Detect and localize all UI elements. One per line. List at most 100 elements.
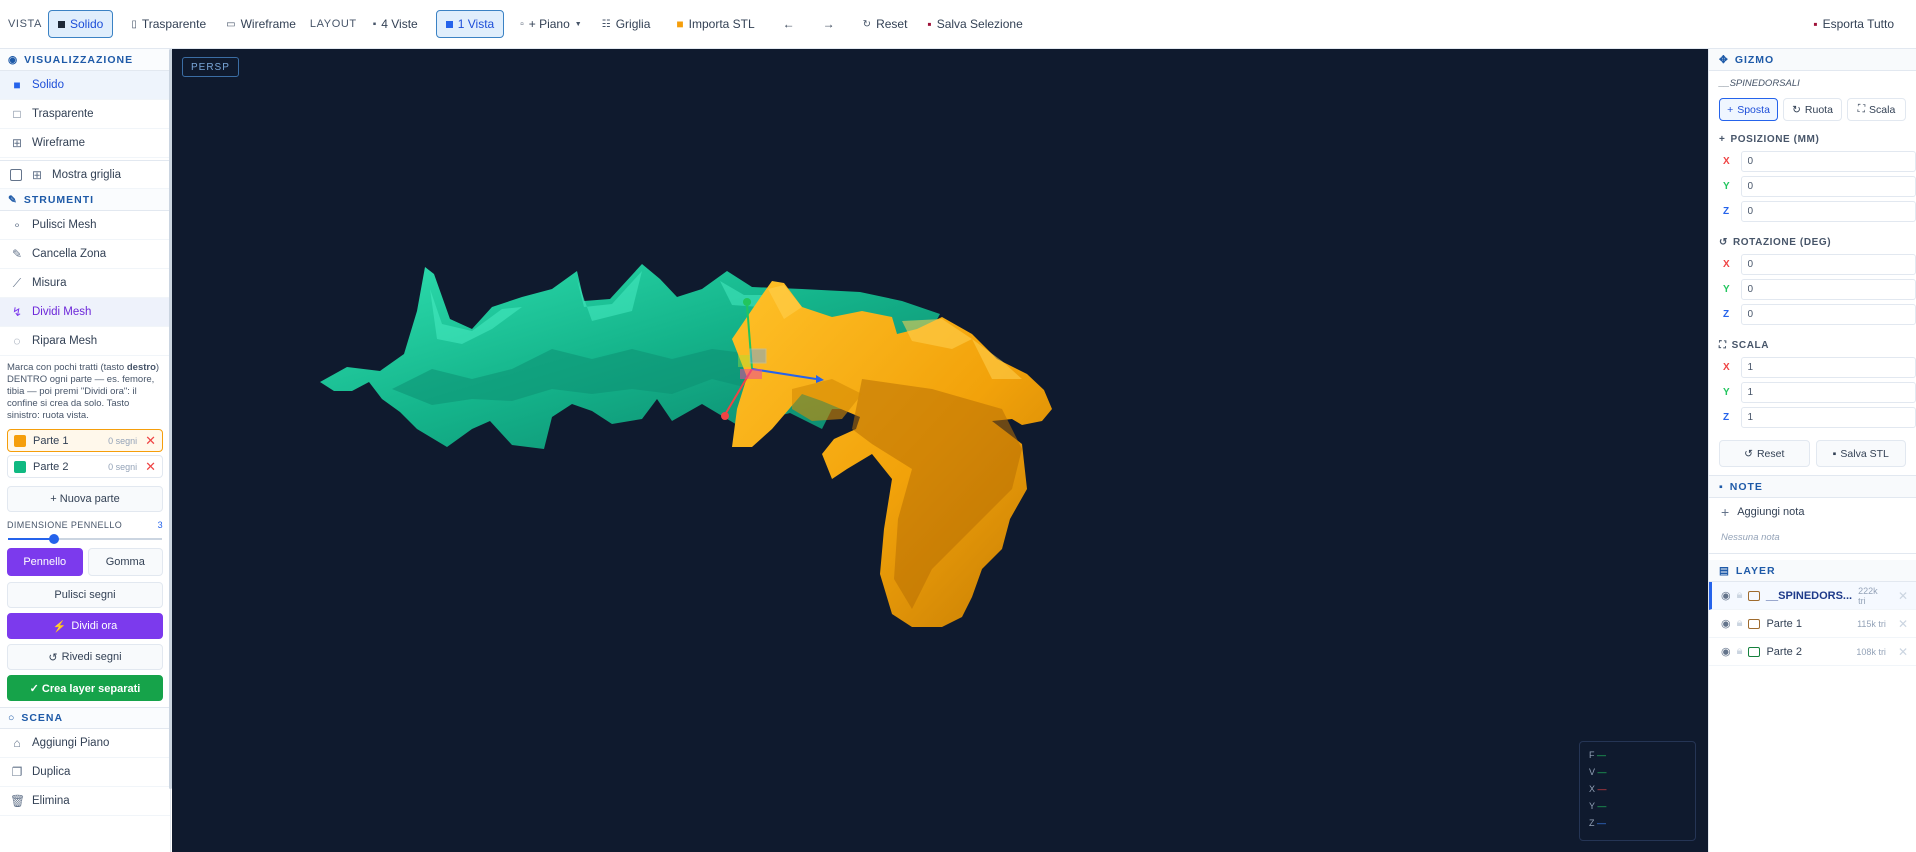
brush-size-slider[interactable] [8,532,162,546]
mesh-render[interactable] [172,49,1708,852]
top-toolbar: VISTA Solido ▯ Trasparente ▭ Wireframe LAY… [0,0,1916,49]
rotation-z-input[interactable] [1740,304,1916,325]
gizmo-plane-handle-xy[interactable] [738,355,750,367]
lock-icon[interactable]: 🔒︎ [1737,645,1743,658]
eraser-button[interactable]: Gomma [87,548,163,576]
position-y-input[interactable] [1740,176,1916,197]
axis-x-label: X [1723,156,1730,167]
gizmo-reset-button[interactable]: ↺ Reset [1719,440,1810,467]
rotation-x-input[interactable] [1740,254,1916,275]
split-now-button[interactable]: ⚡ Dividi ora [7,613,163,639]
redo-button[interactable]: → [813,10,845,38]
vis-item-solid[interactable]: ■ Solido [0,71,170,100]
wireframe-view-button[interactable]: ▭ Wireframe [216,10,306,38]
delete-layer-icon[interactable]: ✕ [1898,617,1908,631]
export-all-button[interactable]: ▪ Esporta Tutto [1803,10,1904,38]
part-item-2[interactable]: Parte 2 0 segni ✕ [7,455,163,478]
lock-icon[interactable]: 🔒︎ [1737,617,1743,630]
reset-button[interactable]: ↻ Reset [853,10,918,38]
position-z-input[interactable] [1740,201,1916,222]
layer-name: Parte 1 [1766,617,1802,630]
scale-y-input[interactable] [1740,382,1916,403]
layer-row[interactable]: ◉ 🔒︎ Parte 2 108k tri ✕ [1709,638,1916,666]
axis-letter: X [1589,784,1596,794]
position-title: POSIZIONE (MM) [1730,133,1820,145]
gizmo-y-handle[interactable] [743,298,751,306]
add-note-button[interactable]: + Aggiungi nota [1709,498,1916,526]
help-text-bold: destro [126,362,156,373]
part-item-1[interactable]: Parte 1 0 segni ✕ [7,429,163,452]
brush-mode-group: Pennello Gomma [7,548,163,576]
scale-title: SCALA [1731,339,1770,351]
delete-part-icon[interactable]: ✕ [145,433,156,449]
new-part-button[interactable]: + Nuova parte [7,486,163,512]
tool-clean-mesh[interactable]: ∘ Pulisci Mesh [0,211,170,240]
tool-erase-zone[interactable]: ✎ Cancella Zona [0,240,170,269]
move-mode-button[interactable]: + Sposta [1719,98,1778,121]
gizmo-plane-handle-xz[interactable] [740,369,762,379]
save-selection-button[interactable]: ▪ Salva Selezione [917,10,1032,38]
axis-z-label: Z [1723,412,1730,423]
wrench-icon: ✎ [8,193,18,206]
scale-x-input[interactable] [1740,357,1916,378]
create-layers-button[interactable]: ✓ Crea layer separati [7,675,163,701]
save-stl-label: Salva STL [1840,447,1889,460]
orange-vertebrae-mesh[interactable] [732,281,1052,627]
add-plane-dropdown[interactable]: ▫ + Piano ▼ [510,10,592,38]
eye-icon[interactable]: ◉ [1721,589,1731,602]
slider-thumb[interactable] [49,534,59,544]
rotation-y-input[interactable] [1740,279,1916,300]
scene-delete[interactable]: 🗑 Elimina [0,787,170,816]
clear-marks-button[interactable]: Pulisci segni [7,582,163,608]
right-panel: ✥ GIZMO __SPINEDORSALI + Sposta ↻ Ruota ⛶ Sc… [1708,49,1916,852]
scene-add-plane[interactable]: ⌂ Aggiungi Piano [0,729,170,758]
save-stl-button[interactable]: ▪ Salva STL [1815,440,1906,467]
layer-row[interactable]: ◉ 🔒︎ Parte 1 115k tri ✕ [1709,610,1916,638]
tool-repair-mesh[interactable]: ◌ Ripara Mesh [0,327,170,356]
review-marks-label: Rivedi segni [61,651,122,663]
delete-layer-icon[interactable]: ✕ [1898,645,1908,659]
vis-item-wireframe[interactable]: ⊞ Wireframe [0,129,170,158]
position-x-input[interactable] [1740,151,1916,172]
add-note-label: Aggiungi nota [1737,506,1805,518]
gizmo-x-handle[interactable] [721,412,729,420]
solid-icon [57,20,65,28]
wireframe-view-label: Wireframe [240,17,296,31]
solid-view-button[interactable]: Solido [47,10,114,38]
gizmo-plane-handle[interactable] [749,348,767,364]
gizmo-actions: ↺ Reset ▪ Salva STL [1709,430,1916,476]
rotate-mode-button[interactable]: ↻ Ruota [1783,98,1842,121]
delete-layer-icon[interactable]: ✕ [1898,589,1908,603]
eye-icon[interactable]: ◉ [1721,645,1731,658]
undo-button[interactable]: ← [773,10,805,38]
import-stl-button[interactable]: ■ Importa STL [666,10,764,38]
lightning-icon: ⚡ [52,620,67,633]
grid-toggle-button[interactable]: ☷ Griglia [592,10,661,38]
eye-icon[interactable]: ◉ [1721,617,1731,630]
lock-icon[interactable]: 🔒︎ [1737,589,1743,602]
pen-button[interactable]: Pennello [7,548,83,576]
scale-mode-button[interactable]: ⛶ Scala [1847,98,1906,121]
visualization-title: VISUALIZZAZIONE [24,53,134,66]
show-grid-checkbox[interactable]: ⊞ Mostra griglia [0,160,170,189]
axis-row-f: F — [1589,750,1607,760]
four-views-button[interactable]: ▪ 4 Viste [363,10,428,38]
tool-split-mesh[interactable]: ↯ Dividi Mesh [0,298,170,327]
tool-label: Cancella Zona [32,248,107,260]
rotation-icon: ↺ [1719,236,1728,248]
transparent-view-button[interactable]: ▯ Trasparente [121,10,216,38]
tool-measure[interactable]: ⟋ Misura [0,269,170,298]
one-view-button[interactable]: 1 Vista [435,10,505,38]
rotation-y-row: Y [1709,277,1916,302]
review-marks-button[interactable]: ↺ Rivedi segni [7,644,163,670]
vis-item-transparent[interactable]: □ Trasparente [0,100,170,129]
selected-object-name: __SPINEDORSALI [1719,78,1800,89]
scene-duplicate[interactable]: ❐ Duplica [0,758,170,787]
brush-size-label: DIMENSIONE PENNELLO [7,520,123,530]
delete-part-icon[interactable]: ✕ [145,459,156,475]
position-x-row: X [1709,149,1916,174]
3d-viewport[interactable]: PERSP F — V — X — Y — Z — [172,49,1708,852]
layer-row[interactable]: ◉ 🔒︎ __SPINEDORS... 222k tri ✕ [1709,582,1916,610]
scale-z-input[interactable] [1740,407,1916,428]
redo-arrow-icon: → [822,17,835,31]
